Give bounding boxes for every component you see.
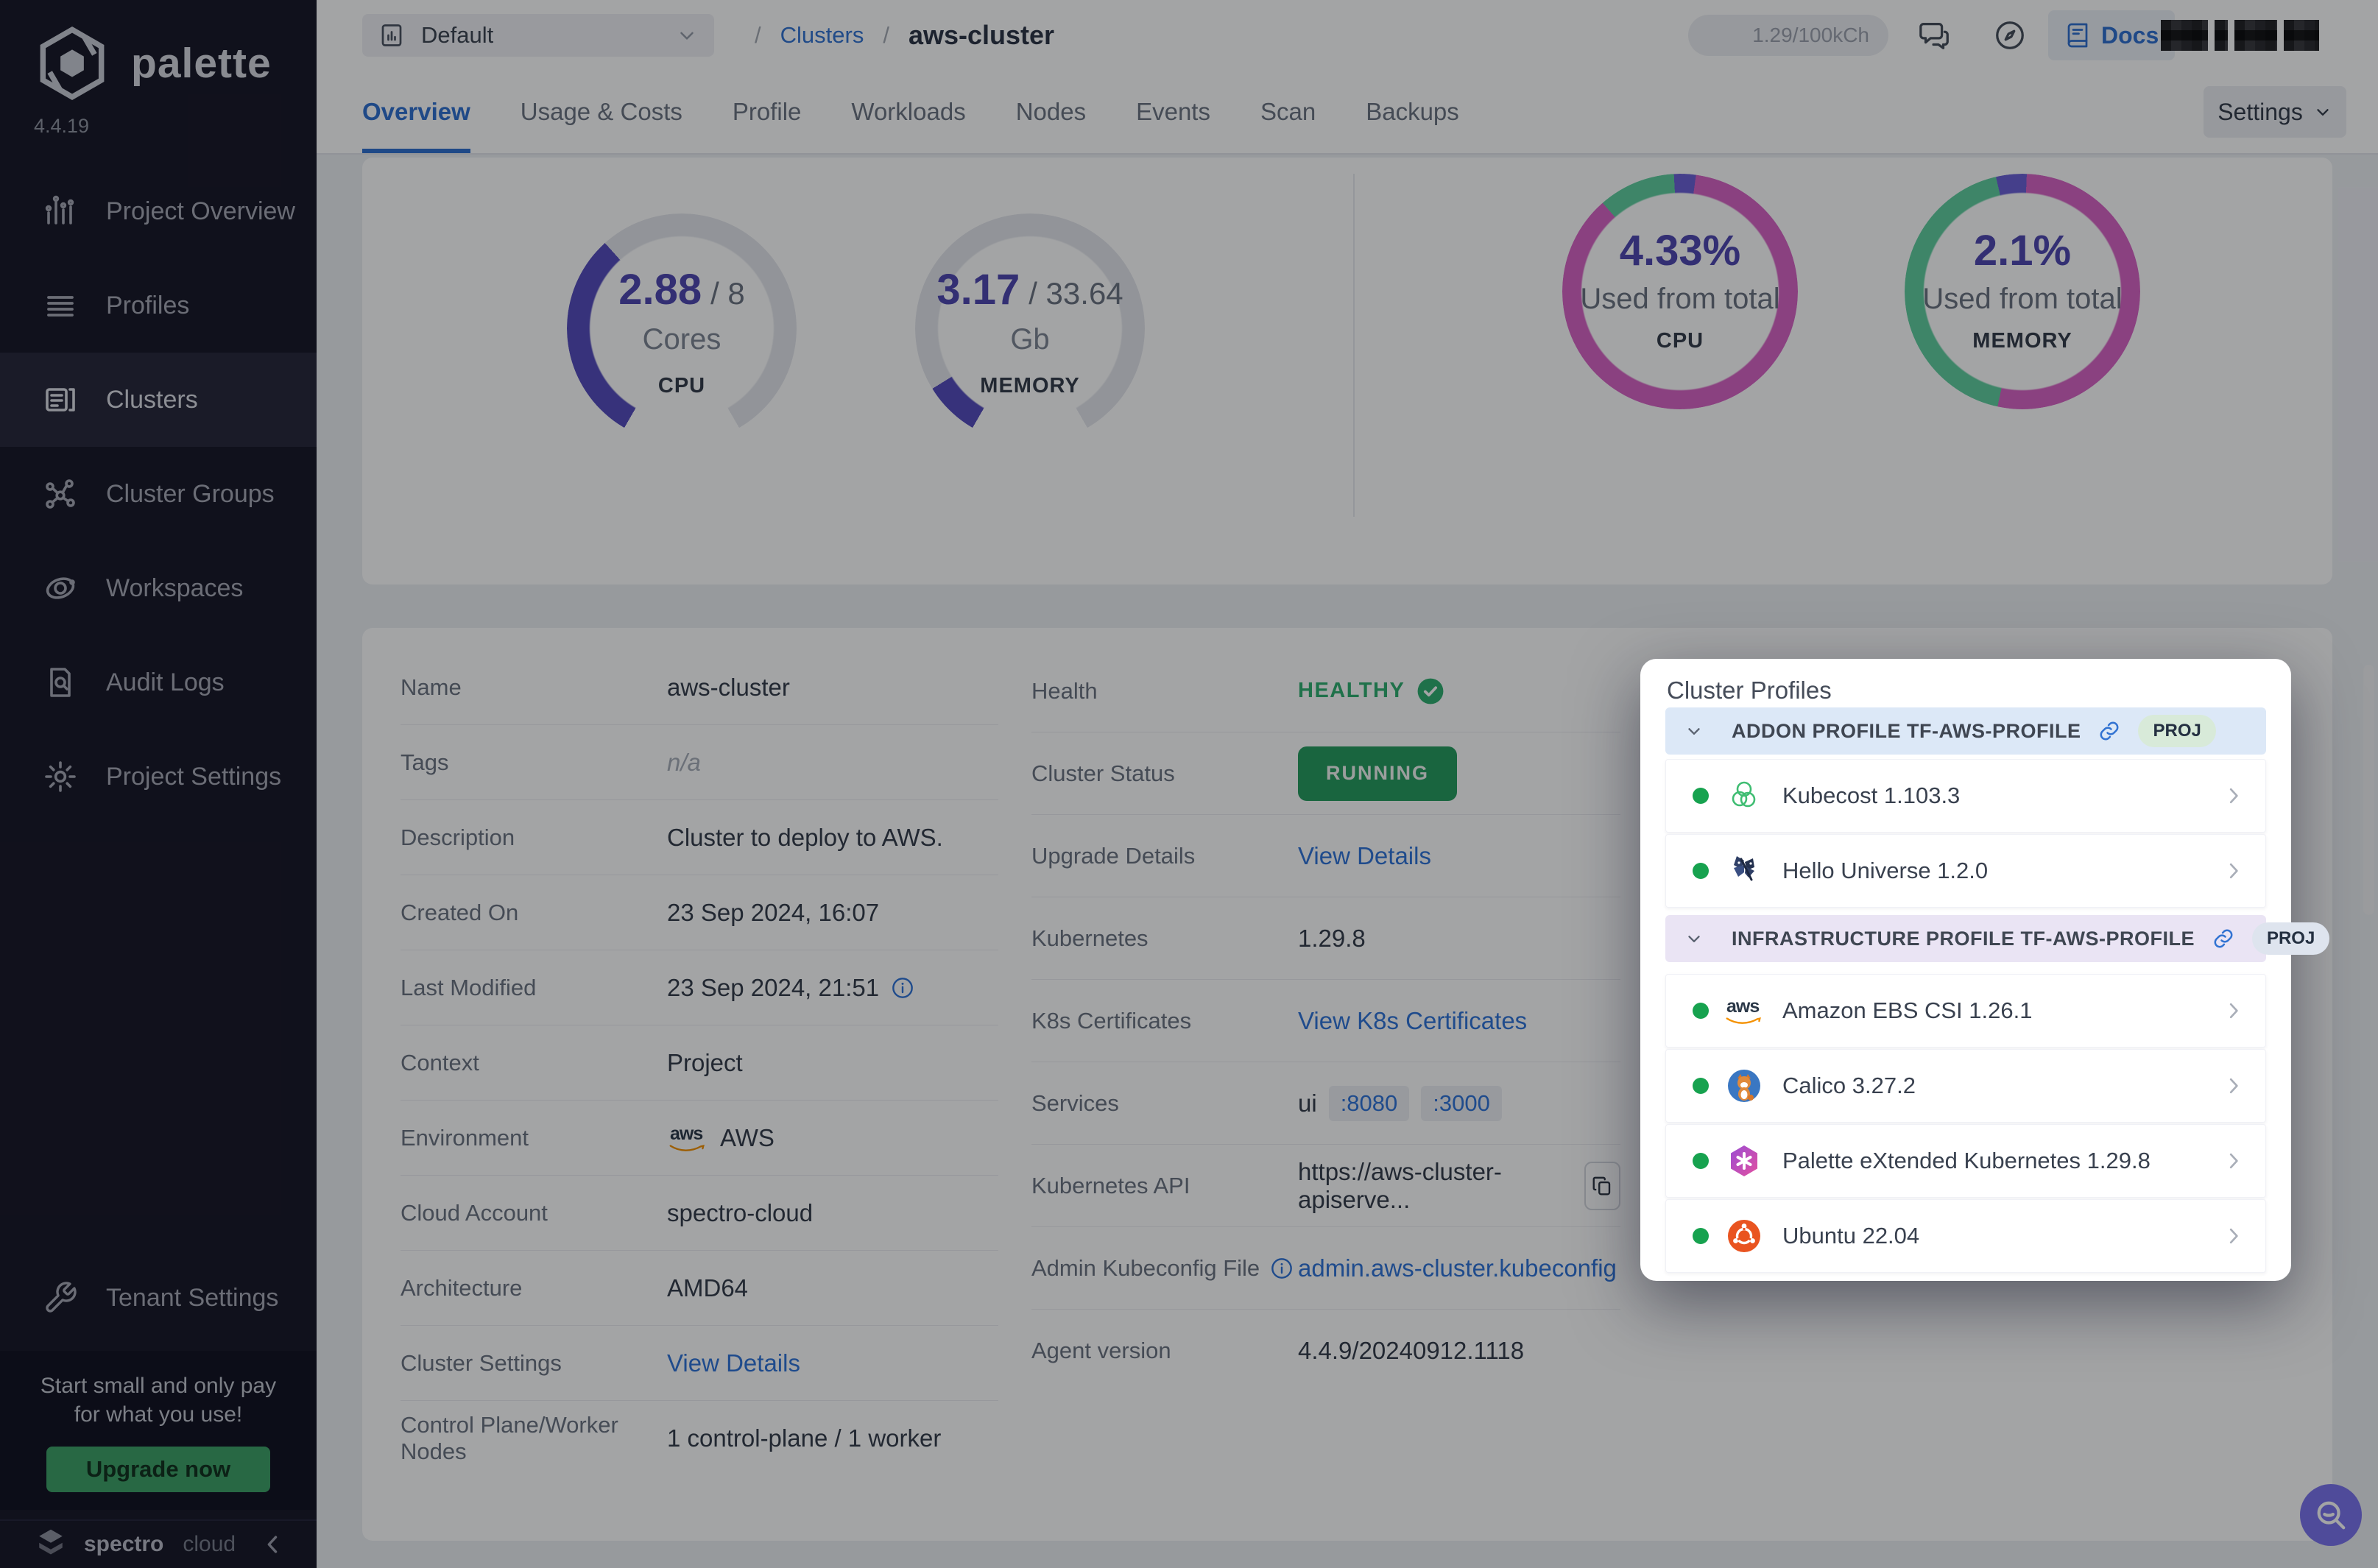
pack-row-hello-universe[interactable]: Hello Universe 1.2.0 <box>1665 834 2266 908</box>
proj-scope-badge: PROJ <box>2138 715 2215 747</box>
chevron-right-icon <box>2223 1000 2245 1022</box>
pxk-logo <box>1726 1143 1762 1179</box>
proj-scope-badge: PROJ <box>2252 922 2329 955</box>
chevron-right-icon <box>2223 1075 2245 1097</box>
kubecost-logo <box>1726 778 1762 813</box>
pack-row-calico[interactable]: Calico 3.27.2 <box>1665 1049 2266 1123</box>
chevron-right-icon <box>2223 860 2245 882</box>
pack-status-dot <box>1693 788 1709 804</box>
addon-profile-section-header[interactable]: ADDON PROFILE TF-AWS-PROFILE PROJ <box>1665 707 2266 755</box>
chevron-down-icon <box>1684 929 1704 948</box>
chevron-right-icon <box>2223 785 2245 807</box>
link-icon[interactable] <box>2212 928 2234 950</box>
chevron-right-icon <box>2223 1225 2245 1247</box>
pack-row-kubecost[interactable]: Kubecost 1.103.3 <box>1665 759 2266 833</box>
pack-status-dot <box>1693 1153 1709 1169</box>
pack-row-palette-extended-kubernetes[interactable]: Palette eXtended Kubernetes 1.29.8 <box>1665 1124 2266 1198</box>
pack-row-ubuntu[interactable]: Ubuntu 22.04 <box>1665 1199 2266 1273</box>
section-label: INFRASTRUCTURE PROFILE TF-AWS-PROFILE <box>1732 928 2195 950</box>
pack-status-dot <box>1693 1078 1709 1094</box>
palette-cluster-overview-screen: palette 4.4.19 Project Overview Profiles <box>0 0 2378 1568</box>
chevron-right-icon <box>2223 1150 2245 1172</box>
link-icon[interactable] <box>2098 720 2120 742</box>
calico-logo <box>1726 1068 1762 1103</box>
infrastructure-profile-section-header[interactable]: INFRASTRUCTURE PROFILE TF-AWS-PROFILE PR… <box>1665 915 2266 962</box>
section-label: ADDON PROFILE TF-AWS-PROFILE <box>1732 720 2081 743</box>
butterfly-logo <box>1726 853 1762 889</box>
pack-status-dot <box>1693 863 1709 879</box>
pack-row-amazon-ebs-csi[interactable]: aws Amazon EBS CSI 1.26.1 <box>1665 974 2266 1048</box>
aws-logo: aws <box>1726 993 1762 1028</box>
chevron-down-icon <box>1684 721 1704 741</box>
cluster-profiles-popup: Cluster Profiles ADDON PROFILE TF-AWS-PR… <box>1640 659 2291 1281</box>
popup-title: Cluster Profiles <box>1667 677 1832 704</box>
pack-status-dot <box>1693 1003 1709 1019</box>
ubuntu-logo <box>1726 1218 1762 1254</box>
pack-status-dot <box>1693 1228 1709 1244</box>
